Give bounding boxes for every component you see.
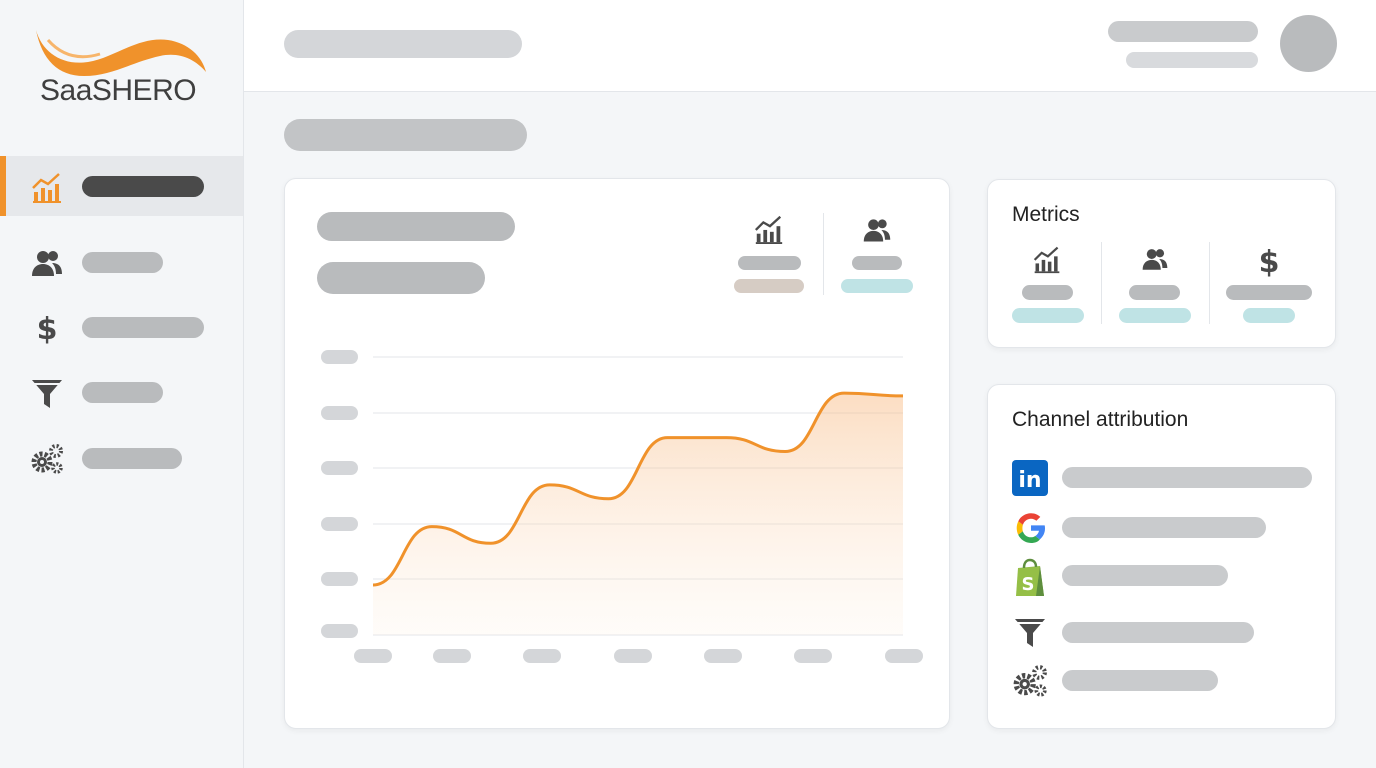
- sidebar-item-label: [82, 448, 182, 469]
- dollar-icon[interactable]: $: [1252, 243, 1286, 277]
- y-tick-label: [321, 624, 358, 638]
- shopify-icon[interactable]: S: [1012, 558, 1048, 598]
- svg-text:in: in: [1018, 468, 1041, 493]
- metric-badge: [1243, 308, 1295, 323]
- channel-attribution-title: Channel attribution: [1012, 408, 1189, 431]
- x-tick-label: [885, 649, 923, 663]
- dollar-icon: $: [37, 312, 58, 345]
- x-tick-label: [433, 649, 471, 663]
- metric-divider: [1101, 242, 1102, 324]
- brand-logo[interactable]: SaaSHERO: [28, 26, 218, 116]
- metrics-title: Metrics: [1012, 203, 1080, 226]
- sidebar-item-analytics[interactable]: [0, 156, 243, 216]
- x-tick-label: [523, 649, 561, 663]
- channel-bar: [1062, 670, 1218, 691]
- search-bar[interactable]: [284, 30, 522, 58]
- y-tick-label: [321, 461, 358, 475]
- gears-icon: [31, 444, 63, 474]
- google-icon[interactable]: [1012, 509, 1050, 547]
- gears-icon[interactable]: [1012, 663, 1048, 699]
- avatar[interactable]: [1280, 15, 1337, 72]
- sidebar-item-revenue[interactable]: $: [0, 297, 243, 357]
- metric-value: [1226, 285, 1312, 300]
- sidebar-item-funnel[interactable]: [0, 362, 243, 422]
- top-bar: [244, 0, 1376, 92]
- channel-bar: [1062, 517, 1266, 538]
- linkedin-icon[interactable]: in: [1012, 460, 1048, 496]
- metric-divider: [1209, 242, 1210, 324]
- users-icon: [32, 251, 62, 276]
- metrics-card: Metrics $: [987, 179, 1336, 348]
- user-role: [1126, 52, 1258, 68]
- x-tick-label: [704, 649, 742, 663]
- chart-card: [284, 178, 950, 729]
- chart-icon: [32, 173, 61, 203]
- funnel-icon: [32, 380, 62, 408]
- users-icon[interactable]: [1140, 245, 1170, 273]
- brand-name: SaaSHERO: [40, 74, 197, 107]
- sidebar-item-label: [82, 382, 163, 403]
- x-tick-label: [614, 649, 652, 663]
- x-tick-label: [794, 649, 832, 663]
- sidebar-item-label: [82, 252, 163, 273]
- sidebar: SaaSHERO $: [0, 0, 244, 768]
- channel-bar: [1062, 622, 1254, 643]
- svg-text:$: $: [1259, 245, 1280, 277]
- x-tick-label: [354, 649, 392, 663]
- user-name: [1108, 21, 1258, 42]
- sidebar-item-label: [82, 317, 204, 338]
- y-tick-label: [321, 517, 358, 531]
- channel-attribution-card: Channel attribution in S: [987, 384, 1336, 729]
- channel-bar: [1062, 565, 1228, 586]
- metric-badge: [1119, 308, 1191, 323]
- page-title: [284, 119, 527, 151]
- funnel-icon[interactable]: [1013, 615, 1047, 649]
- svg-text:$: $: [37, 312, 58, 345]
- sidebar-item-users[interactable]: [0, 232, 243, 292]
- metric-value: [1129, 285, 1180, 300]
- y-tick-label: [321, 572, 358, 586]
- metric-badge: [1012, 308, 1084, 323]
- area-chart[interactable]: [285, 179, 951, 730]
- sidebar-item-label: [82, 176, 204, 197]
- area-fill: [373, 393, 903, 635]
- chart-icon[interactable]: [1032, 244, 1062, 274]
- sidebar-item-settings[interactable]: [0, 428, 243, 488]
- metric-value: [1022, 285, 1073, 300]
- y-tick-label: [321, 406, 358, 420]
- y-tick-label: [321, 350, 358, 364]
- channel-bar: [1062, 467, 1312, 488]
- svg-text:S: S: [1022, 574, 1035, 595]
